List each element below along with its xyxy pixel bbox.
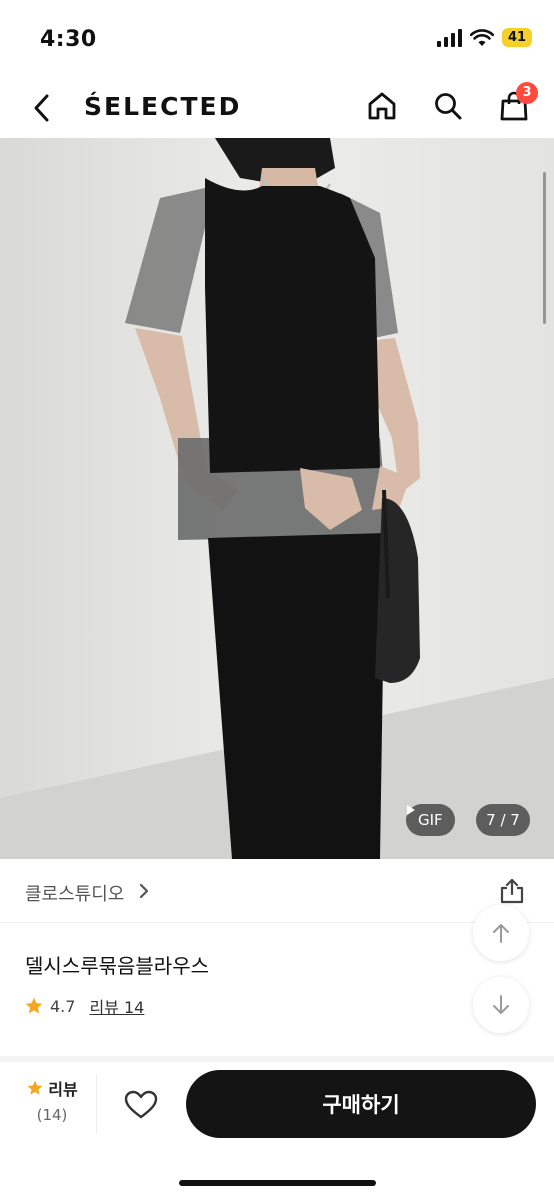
cellular-signal-icon — [437, 28, 462, 47]
bottom-action-bar: 리뷰 (14) 구매하기 — [0, 1062, 554, 1200]
arrow-up-icon — [493, 924, 509, 943]
star-icon — [27, 1080, 43, 1095]
review-count: (14) — [36, 1106, 68, 1124]
image-counter: 7 / 7 — [476, 804, 530, 836]
wifi-icon — [470, 28, 494, 46]
arrow-down-icon — [493, 995, 509, 1014]
search-button[interactable] — [428, 86, 468, 126]
review-link[interactable]: 리뷰 14 — [89, 994, 144, 1018]
store-row: 클로스튜디오 — [0, 859, 554, 923]
like-button[interactable] — [118, 1082, 164, 1128]
status-bar: 4:30 41 — [0, 0, 554, 76]
back-button[interactable] — [22, 88, 62, 128]
buy-button[interactable]: 구매하기 — [186, 1070, 536, 1138]
home-button[interactable] — [362, 86, 402, 126]
cart-button[interactable]: 3 — [494, 82, 538, 126]
review-summary-label: 리뷰 — [48, 1080, 78, 1099]
status-time: 4:30 — [40, 27, 97, 52]
gallery-scroll-indicator — [543, 172, 546, 324]
star-icon — [25, 997, 43, 1014]
share-button[interactable] — [494, 873, 530, 909]
store-name-link[interactable]: 클로스튜디오 — [25, 880, 124, 906]
play-icon — [407, 805, 415, 815]
status-icons: 41 — [437, 28, 532, 47]
review-summary[interactable]: 리뷰 (14) — [20, 1076, 84, 1124]
product-title: 델시스루묶음블라우스 — [25, 954, 209, 978]
chevron-right-icon[interactable] — [138, 882, 150, 900]
heart-icon — [124, 1090, 158, 1119]
share-icon — [500, 878, 524, 904]
rating-value: 4.7 — [50, 996, 76, 1016]
app-header: ŚELECTED 3 — [0, 76, 554, 138]
home-indicator — [179, 1180, 376, 1186]
scroll-down-button[interactable] — [473, 977, 529, 1033]
media-type-label: GIF — [418, 811, 443, 829]
cart-count-badge: 3 — [516, 82, 538, 104]
vertical-divider — [96, 1074, 97, 1134]
brand-logo[interactable]: ŚELECTED — [84, 92, 241, 121]
scroll-up-button[interactable] — [473, 905, 529, 961]
rating-row: 4.7 리뷰 14 — [24, 994, 144, 1018]
product-photo — [0, 138, 554, 859]
home-icon — [368, 92, 396, 120]
chevron-left-icon — [34, 94, 49, 122]
product-image-gallery[interactable]: GIF 7 / 7 — [0, 138, 554, 859]
search-icon — [435, 93, 462, 120]
battery-indicator: 41 — [502, 28, 532, 47]
media-type-badge: GIF — [406, 804, 455, 836]
